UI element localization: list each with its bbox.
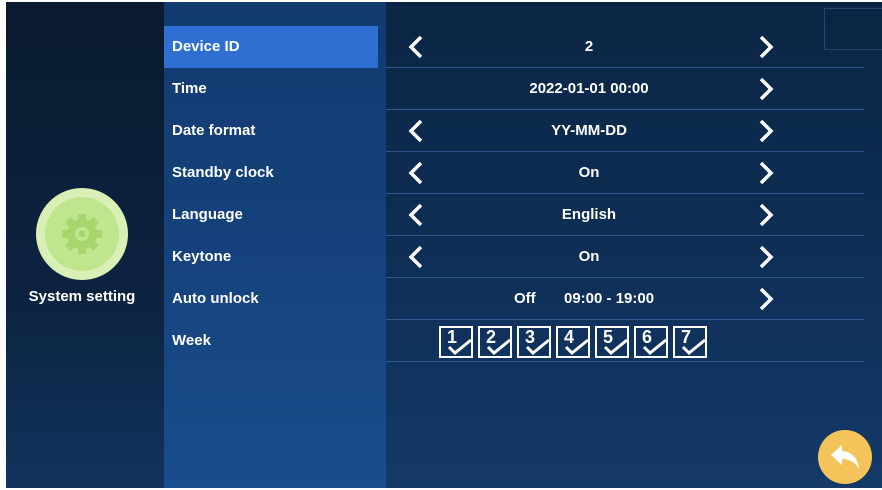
- auto-unlock-state: Off: [514, 290, 536, 307]
- setting-row-keytone[interactable]: Keytone On: [164, 236, 864, 278]
- checkmark-icon: [642, 338, 666, 356]
- setting-value: On: [578, 164, 600, 181]
- back-button[interactable]: [818, 430, 872, 484]
- chevron-right-icon[interactable]: [754, 75, 778, 103]
- setting-row-language[interactable]: Language English: [164, 194, 864, 236]
- setting-row-week: Week 1 2 3 4 5 6 7: [164, 320, 864, 362]
- setting-label: Week: [172, 332, 211, 349]
- chevron-right-icon[interactable]: [754, 33, 778, 61]
- setting-row-date-format[interactable]: Date format YY-MM-DD: [164, 110, 864, 152]
- screen: System setting Device ID 2 Time 2022-01-…: [6, 2, 882, 488]
- setting-label: Date format: [172, 122, 256, 139]
- day-checkbox[interactable]: 6: [634, 326, 668, 358]
- setting-label: Time: [172, 80, 207, 97]
- day-checkbox[interactable]: 2: [478, 326, 512, 358]
- chevron-right-icon[interactable]: [754, 159, 778, 187]
- week-day-selector: 1 2 3 4 5 6 7: [439, 326, 707, 358]
- chevron-left-icon[interactable]: [404, 33, 428, 61]
- gear-icon: [45, 197, 119, 271]
- checkmark-icon: [603, 338, 627, 356]
- chevron-left-icon[interactable]: [404, 117, 428, 145]
- day-checkbox[interactable]: 7: [673, 326, 707, 358]
- row-divider: [386, 361, 864, 362]
- chevron-right-icon[interactable]: [754, 285, 778, 313]
- chevron-right-icon[interactable]: [754, 201, 778, 229]
- back-arrow-icon: [831, 445, 859, 469]
- setting-value: 2022-01-01 00:00: [529, 80, 649, 97]
- checkmark-icon: [447, 338, 471, 356]
- day-checkbox[interactable]: 3: [517, 326, 551, 358]
- checkmark-icon: [681, 338, 705, 356]
- chevron-left-icon[interactable]: [404, 201, 428, 229]
- chevron-left-icon[interactable]: [404, 243, 428, 271]
- setting-row-time[interactable]: Time 2022-01-01 00:00: [164, 68, 864, 110]
- day-checkbox[interactable]: 1: [439, 326, 473, 358]
- setting-label: Keytone: [172, 248, 232, 265]
- system-setting-title: System setting: [28, 288, 136, 305]
- checkmark-icon: [525, 338, 549, 356]
- setting-label: Device ID: [164, 26, 378, 68]
- setting-value: 2: [584, 38, 594, 55]
- chevron-right-icon[interactable]: [754, 117, 778, 145]
- setting-row-device-id[interactable]: Device ID 2: [164, 26, 864, 68]
- checkmark-icon: [564, 338, 588, 356]
- day-checkbox[interactable]: 5: [595, 326, 629, 358]
- setting-label: Standby clock: [172, 164, 274, 181]
- setting-value: YY-MM-DD: [551, 122, 627, 139]
- chevron-right-icon[interactable]: [754, 243, 778, 271]
- day-checkbox[interactable]: 4: [556, 326, 590, 358]
- setting-label: Language: [172, 206, 243, 223]
- setting-value: On: [578, 248, 600, 265]
- system-setting-icon-button[interactable]: [36, 188, 128, 280]
- setting-label: Auto unlock: [172, 290, 259, 307]
- setting-row-standby-clock[interactable]: Standby clock On: [164, 152, 864, 194]
- chevron-left-icon[interactable]: [404, 159, 428, 187]
- checkmark-icon: [486, 338, 510, 356]
- setting-value: English: [561, 206, 617, 223]
- auto-unlock-time: 09:00 - 19:00: [564, 290, 655, 307]
- setting-row-auto-unlock[interactable]: Auto unlock Off 09:00 - 19:00: [164, 278, 864, 320]
